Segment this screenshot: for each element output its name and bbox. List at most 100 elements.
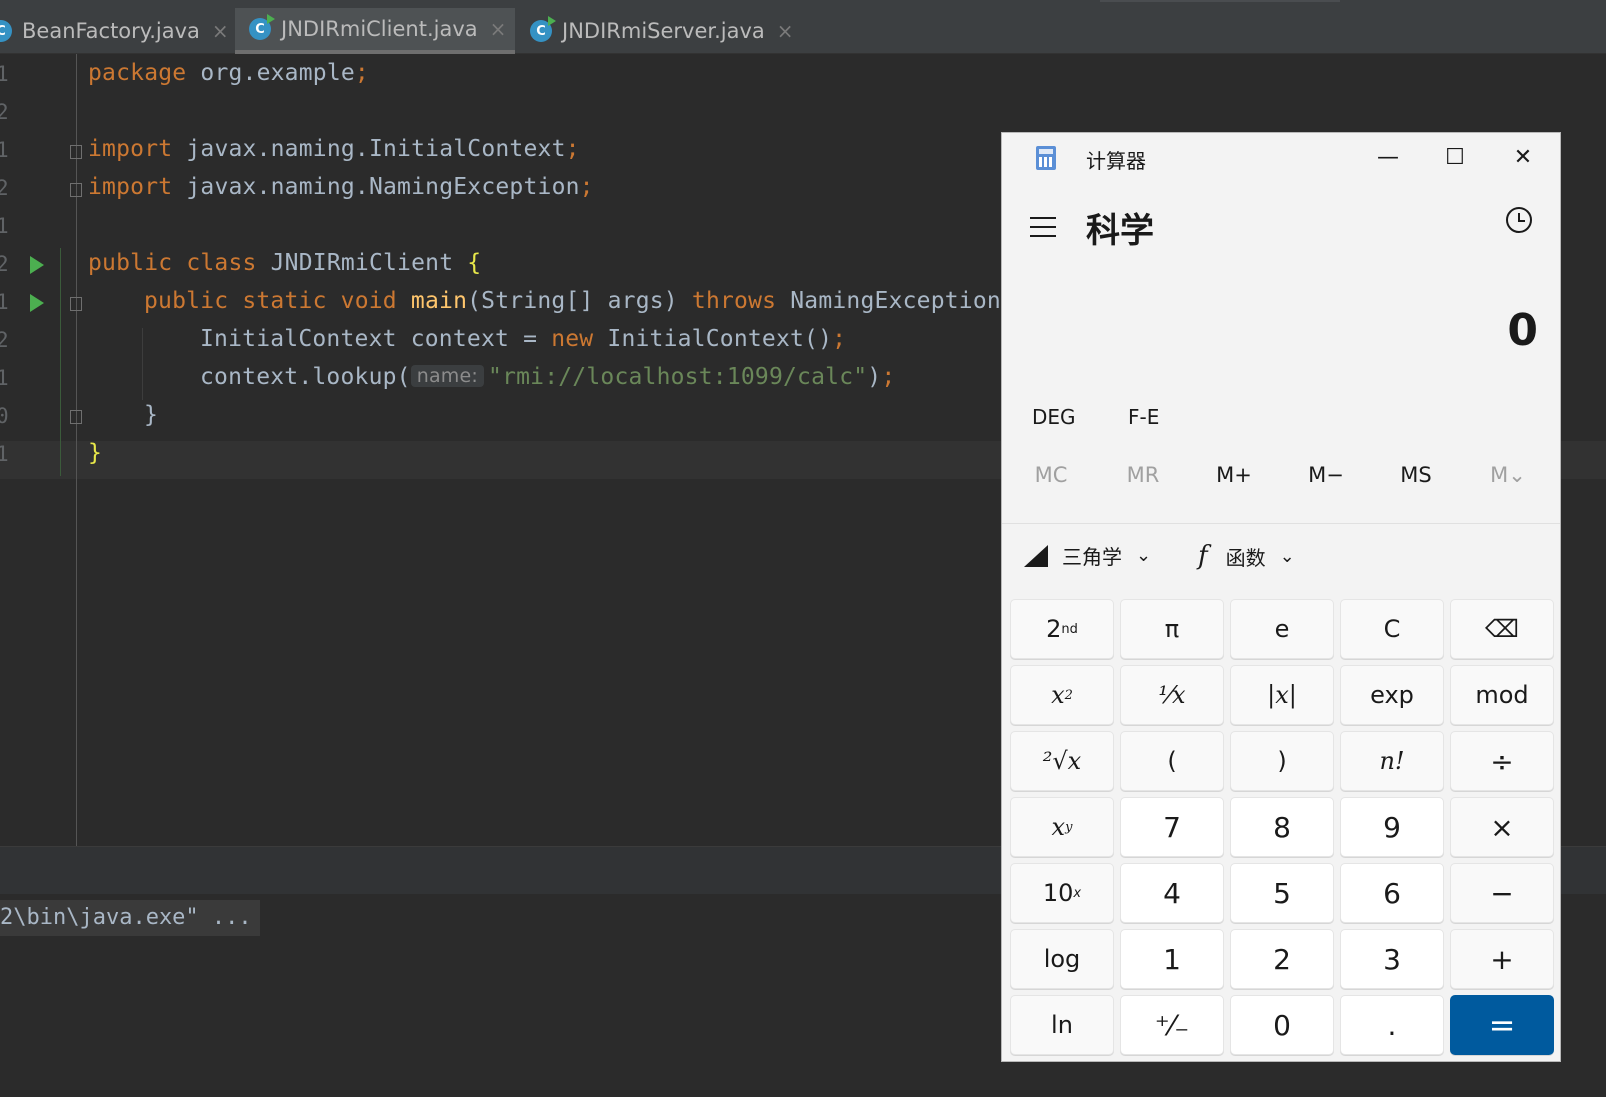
tab-jndirmiclient[interactable]: C JNDIRmiClient.java × xyxy=(235,8,515,54)
java-class-icon: C xyxy=(0,20,12,42)
digit-9-key[interactable]: 9 xyxy=(1340,797,1444,857)
title-strip xyxy=(1100,0,1340,2)
line-number: 1 xyxy=(0,442,9,466)
exp-key[interactable]: exp xyxy=(1340,665,1444,725)
tab-beanfactory[interactable]: C BeanFactory.java × xyxy=(0,8,229,54)
ln-key[interactable]: ln xyxy=(1010,995,1114,1055)
clear-key[interactable]: C xyxy=(1340,599,1444,659)
close-icon[interactable]: × xyxy=(212,19,229,43)
fold-icon[interactable] xyxy=(70,410,82,424)
negate-key[interactable]: ⁺⁄₋ xyxy=(1120,995,1224,1055)
function-label: 函数 xyxy=(1225,545,1266,570)
line-number: 2 xyxy=(0,176,9,200)
equals-key[interactable]: = xyxy=(1450,995,1554,1055)
digit-1-key[interactable]: 1 xyxy=(1120,929,1224,989)
fe-button[interactable]: F-E xyxy=(1128,405,1159,429)
digit-2-key[interactable]: 2 xyxy=(1230,929,1334,989)
second-function-key[interactable]: 2nd xyxy=(1010,599,1114,659)
trigonometry-dropdown[interactable]: 三角学 ⌄ xyxy=(1024,541,1151,570)
absolute-value-key[interactable]: |x| xyxy=(1230,665,1334,725)
fold-icon[interactable] xyxy=(70,145,82,159)
result-display: 0 xyxy=(1507,305,1538,356)
minimize-button[interactable]: — xyxy=(1368,141,1408,173)
code-line[interactable]: import javax.naming.NamingException; xyxy=(88,174,594,200)
gutter-divider xyxy=(76,54,77,846)
tab-label: BeanFactory.java xyxy=(22,19,200,43)
java-class-icon: C xyxy=(249,14,275,40)
line-number: 1 xyxy=(0,62,9,86)
line-number: 2 xyxy=(0,328,9,352)
power-key[interactable]: xy xyxy=(1010,797,1114,857)
maximize-button[interactable]: ☐ xyxy=(1435,141,1475,173)
square-key[interactable]: x2 xyxy=(1010,665,1114,725)
editor-tab-bar: C BeanFactory.java × C JNDIRmiClient.jav… xyxy=(0,0,1606,54)
backspace-key[interactable]: ⌫ xyxy=(1450,599,1554,659)
line-number: 0 xyxy=(0,404,9,428)
memory-store-button[interactable]: MS xyxy=(1386,463,1446,487)
mode-title: 科学 xyxy=(1086,211,1154,251)
code-line[interactable]: context.lookup(name: "rmi://localhost:109… xyxy=(200,364,895,390)
code-line[interactable]: } xyxy=(144,402,158,428)
divider xyxy=(1002,523,1560,524)
run-class-icon[interactable] xyxy=(30,256,44,274)
memory-clear-button[interactable]: MC xyxy=(1021,463,1081,487)
pi-key[interactable]: π xyxy=(1120,599,1224,659)
close-button[interactable]: ✕ xyxy=(1503,141,1543,173)
line-number: 2 xyxy=(0,252,9,276)
digit-7-key[interactable]: 7 xyxy=(1120,797,1224,857)
function-icon: f xyxy=(1198,541,1208,571)
log-key[interactable]: log xyxy=(1010,929,1114,989)
memory-subtract-button[interactable]: M− xyxy=(1296,463,1356,487)
square-root-key[interactable]: ²√x xyxy=(1010,731,1114,791)
fold-icon[interactable] xyxy=(70,297,82,311)
indent-guide xyxy=(142,328,143,400)
digit-8-key[interactable]: 8 xyxy=(1230,797,1334,857)
history-icon[interactable] xyxy=(1506,207,1532,233)
line-number: 1 xyxy=(0,366,9,390)
memory-recall-button[interactable]: MR xyxy=(1113,463,1173,487)
fold-icon[interactable] xyxy=(70,183,82,197)
memory-list-button[interactable]: M⌄ xyxy=(1478,463,1538,487)
function-dropdown[interactable]: f 函数 ⌄ xyxy=(1198,541,1295,571)
plus-key[interactable]: + xyxy=(1450,929,1554,989)
calculator-app-icon xyxy=(1036,146,1056,170)
close-icon[interactable]: × xyxy=(777,19,794,43)
java-class-icon: C xyxy=(530,16,556,42)
left-paren-key[interactable]: ( xyxy=(1120,731,1224,791)
code-line[interactable]: public class JNDIRmiClient { xyxy=(88,250,481,276)
line-number: 2 xyxy=(0,100,9,124)
code-line[interactable]: package org.example; xyxy=(88,60,369,86)
code-line[interactable]: import javax.naming.InitialContext; xyxy=(88,136,580,162)
reciprocal-key[interactable]: ¹⁄x xyxy=(1120,665,1224,725)
run-main-icon[interactable] xyxy=(30,294,44,312)
calculator-titlebar[interactable]: 计算器 — ☐ ✕ xyxy=(1002,133,1560,181)
minus-key[interactable]: − xyxy=(1450,863,1554,923)
menu-icon[interactable] xyxy=(1030,217,1056,237)
close-icon[interactable]: × xyxy=(490,17,507,41)
ten-power-key[interactable]: 10 x xyxy=(1010,863,1114,923)
memory-add-button[interactable]: M+ xyxy=(1204,463,1264,487)
tab-label: JNDIRmiClient.java xyxy=(281,17,478,41)
mod-key[interactable]: mod xyxy=(1450,665,1554,725)
code-line[interactable]: } xyxy=(88,440,102,466)
window-title: 计算器 xyxy=(1086,149,1146,173)
divide-key[interactable]: ÷ xyxy=(1450,731,1554,791)
digit-4-key[interactable]: 4 xyxy=(1120,863,1224,923)
code-line[interactable]: InitialContext context = new InitialCont… xyxy=(200,326,846,352)
tab-jndirmiserver[interactable]: C JNDIRmiServer.java × xyxy=(518,8,798,54)
chevron-down-icon: ⌄ xyxy=(1136,545,1152,566)
decimal-key[interactable]: . xyxy=(1340,995,1444,1055)
parameter-hint: name: xyxy=(410,365,485,387)
digit-5-key[interactable]: 5 xyxy=(1230,863,1334,923)
digit-0-key[interactable]: 0 xyxy=(1230,995,1334,1055)
factorial-key[interactable]: n! xyxy=(1340,731,1444,791)
multiply-key[interactable]: × xyxy=(1450,797,1554,857)
angle-mode-button[interactable]: DEG xyxy=(1032,405,1076,429)
right-paren-key[interactable]: ) xyxy=(1230,731,1334,791)
euler-key[interactable]: e xyxy=(1230,599,1334,659)
digit-6-key[interactable]: 6 xyxy=(1340,863,1444,923)
triangle-icon xyxy=(1024,544,1048,567)
code-line[interactable]: public static void main(String[] args) t… xyxy=(144,288,1001,314)
line-number: 1 xyxy=(0,290,9,314)
digit-3-key[interactable]: 3 xyxy=(1340,929,1444,989)
